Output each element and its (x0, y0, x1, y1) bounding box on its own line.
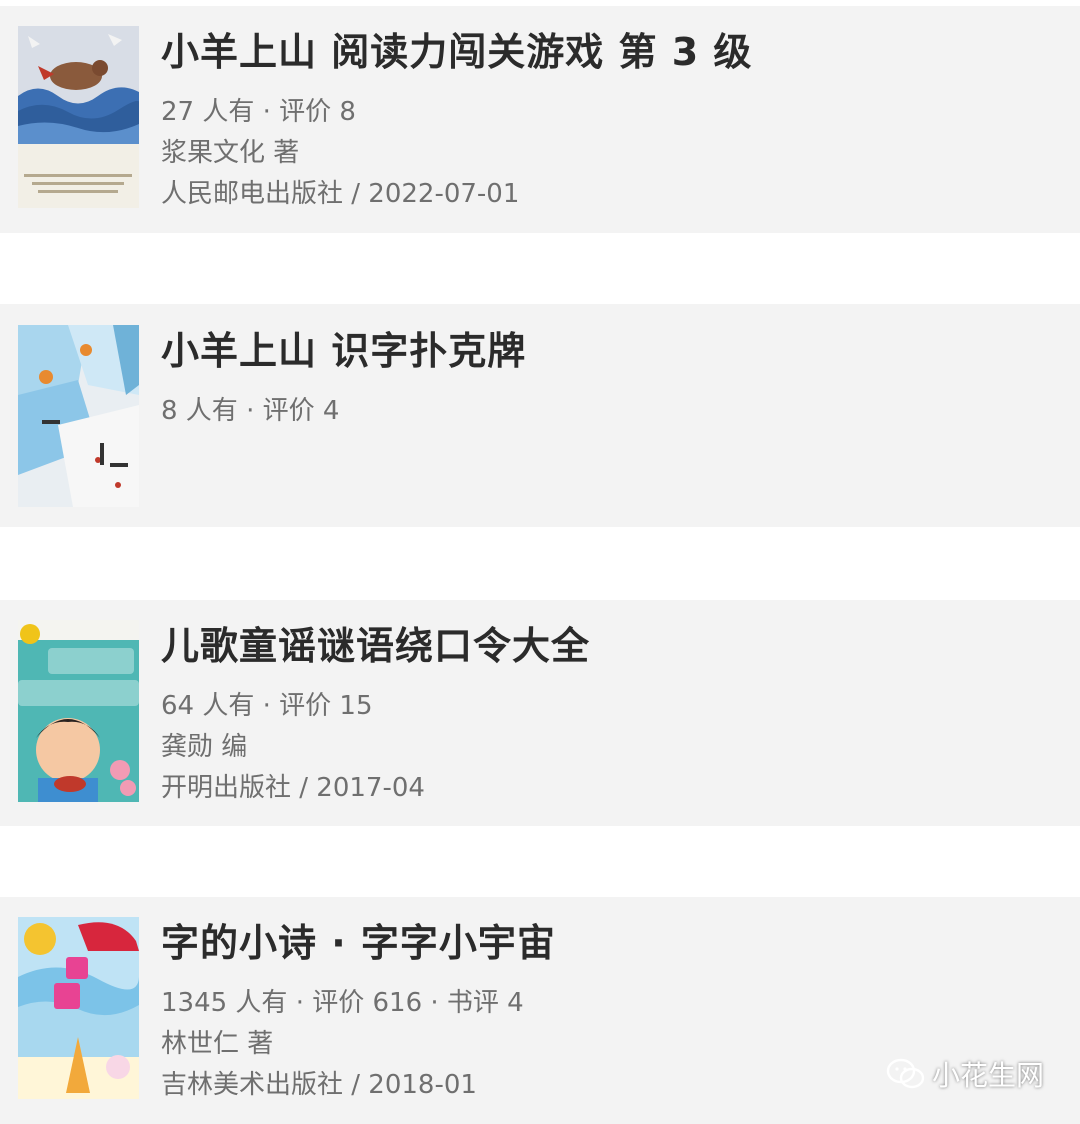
book-title[interactable]: 字的小诗 · 字字小宇宙 (161, 917, 1060, 969)
book-stats: 27 人有 · 评价 8 (161, 97, 356, 127)
book-card[interactable]: 儿歌童谣谜语绕口令大全 64 人有 · 评价 15 龚勋 编 开明出版社 / 2… (0, 600, 1080, 826)
book-cover-image[interactable] (18, 917, 139, 1099)
book-cover-image[interactable] (18, 620, 139, 802)
book-card[interactable]: 小羊上山 阅读力闯关游戏 第 3 级 27 人有 · 评价 8 浆果文化 著 人… (0, 6, 1080, 233)
book-cover-reading-game-icon (18, 26, 139, 208)
book-author: 浆果文化 著 (161, 138, 300, 168)
book-info: 儿歌童谣谜语绕口令大全 64 人有 · 评价 15 龚勋 编 开明出版社 / 2… (161, 620, 1060, 809)
book-cover-word-poems-icon (18, 917, 139, 1099)
book-stats: 8 人有 · 评价 4 (161, 396, 340, 426)
book-stats: 64 人有 · 评价 15 (161, 691, 373, 721)
book-card[interactable]: 字的小诗 · 字字小宇宙 1345 人有 · 评价 616 · 书评 4 林世仁… (0, 897, 1080, 1124)
book-cover-nursery-rhymes-icon (18, 620, 139, 802)
book-info: 小羊上山 识字扑克牌 8 人有 · 评价 4 (161, 325, 1060, 432)
book-title[interactable]: 小羊上山 识字扑克牌 (161, 325, 1060, 377)
book-stats: 1345 人有 · 评价 616 · 书评 4 (161, 988, 524, 1018)
book-publisher: 开明出版社 / 2017-04 (161, 773, 425, 803)
book-cover-image[interactable] (18, 26, 139, 208)
book-info: 小羊上山 阅读力闯关游戏 第 3 级 27 人有 · 评价 8 浆果文化 著 人… (161, 26, 1060, 215)
book-list: 小羊上山 阅读力闯关游戏 第 3 级 27 人有 · 评价 8 浆果文化 著 人… (0, 0, 1080, 1124)
watermark: 小花生网 (886, 1054, 1044, 1094)
wechat-icon (886, 1058, 925, 1089)
book-title[interactable]: 小羊上山 阅读力闯关游戏 第 3 级 (161, 26, 1060, 78)
book-cover-image[interactable] (18, 325, 139, 507)
book-card[interactable]: 小羊上山 识字扑克牌 8 人有 · 评价 4 (0, 304, 1080, 527)
book-title[interactable]: 儿歌童谣谜语绕口令大全 (161, 620, 1060, 672)
book-publisher: 人民邮电出版社 / 2022-07-01 (161, 179, 520, 209)
watermark-label: 小花生网 (931, 1059, 1044, 1092)
book-cover-poker-cards-icon (18, 325, 139, 507)
book-author: 龚勋 编 (161, 732, 248, 762)
